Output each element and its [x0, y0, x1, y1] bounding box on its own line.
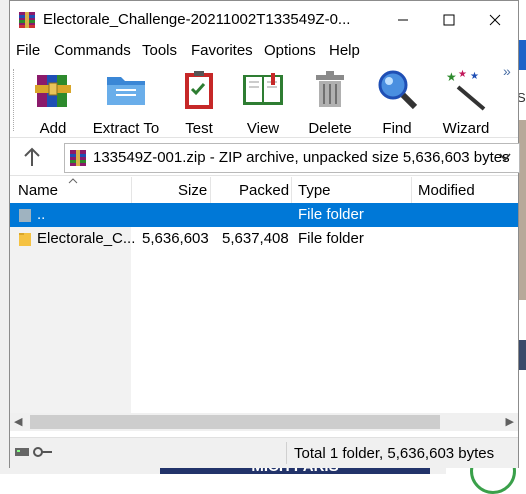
close-icon [489, 14, 501, 26]
file-list: Name Size Packed Type Modified .. File f… [10, 177, 518, 413]
scroll-left-icon[interactable]: ◀ [14, 415, 22, 428]
delete-button[interactable]: Delete [304, 67, 356, 137]
col-size[interactable]: Size [178, 182, 207, 199]
magnifier-icon [378, 70, 418, 110]
delete-label: Delete [308, 120, 352, 137]
svg-text:★: ★ [458, 69, 467, 80]
header-separator [131, 177, 132, 203]
row-size: 5,636,603 [142, 230, 209, 247]
menu-commands[interactable]: Commands [54, 42, 131, 59]
minimize-icon [398, 19, 408, 21]
find-label: Find [382, 120, 412, 137]
view-button[interactable]: View [237, 67, 289, 137]
header-separator [291, 177, 292, 203]
extract-to-label: Extract To [92, 120, 160, 137]
title-bar[interactable]: Electorale_Challenge-20211002T133549Z-0.… [10, 1, 518, 39]
test-button[interactable]: Test [174, 67, 224, 137]
list-item-folder[interactable]: Electorale_C... 5,636,603 5,637,408 File… [10, 227, 518, 251]
status-separator [286, 442, 287, 464]
find-button[interactable]: Find [372, 67, 422, 137]
menu-tools[interactable]: Tools [142, 42, 177, 59]
svg-text:★: ★ [470, 71, 479, 82]
col-name[interactable]: Name [18, 182, 58, 199]
add-archive-icon [35, 75, 71, 107]
up-arrow-icon[interactable] [20, 146, 44, 168]
test-label: Test [185, 120, 213, 137]
archive-path-text: 133549Z-001.zip - ZIP archive, unpacked … [93, 149, 510, 166]
minimize-button[interactable] [380, 1, 426, 39]
archive-path-box[interactable]: 133549Z-001.zip - ZIP archive, unpacked … [64, 143, 520, 173]
row-name: Electorale_C... [37, 230, 136, 247]
status-text: Total 1 folder, 5,636,603 bytes [294, 445, 495, 462]
view-book-icon [243, 73, 283, 105]
extract-to-button[interactable]: Extract To [90, 67, 162, 137]
folder-icon [19, 209, 31, 222]
menu-bar: File Commands Tools Favorites Options He… [10, 39, 518, 63]
menu-file[interactable]: File [16, 42, 40, 59]
address-bar: 133549Z-001.zip - ZIP archive, unpacked … [10, 139, 520, 176]
close-button[interactable] [472, 1, 518, 39]
col-modified[interactable]: Modified [418, 182, 475, 199]
trash-icon [316, 71, 344, 107]
row-type: File folder [298, 230, 364, 247]
view-label: View [246, 120, 280, 137]
menu-help[interactable]: Help [329, 42, 360, 59]
wizard-button[interactable]: ★ ★ ★ Wizard [438, 67, 494, 137]
folder-icon [19, 233, 31, 246]
row-name: .. [37, 206, 46, 223]
extract-folder-icon [107, 77, 145, 105]
sort-asc-icon [68, 178, 78, 184]
header-separator [210, 177, 211, 203]
drive-key-icon[interactable] [14, 444, 54, 460]
add-button[interactable]: Add [28, 67, 78, 137]
test-clipboard-icon [185, 71, 213, 109]
list-header: Name Size Packed Type Modified [10, 177, 518, 204]
horizontal-scrollbar[interactable]: ◀ ▶ [10, 413, 518, 431]
scroll-thumb[interactable] [30, 415, 440, 429]
status-bar: Total 1 folder, 5,636,603 bytes [10, 437, 518, 468]
maximize-button[interactable] [426, 1, 472, 39]
header-separator [411, 177, 412, 203]
svg-text:★: ★ [446, 70, 457, 84]
maximize-icon [443, 14, 455, 26]
toolbar: » Add Extract To Test View Delete Find ★… [10, 63, 518, 138]
list-item-parent[interactable]: .. File folder [10, 203, 518, 227]
row-packed: 5,637,408 [222, 230, 289, 247]
menu-options[interactable]: Options [264, 42, 316, 59]
col-type[interactable]: Type [298, 182, 331, 199]
scroll-right-icon[interactable]: ▶ [506, 415, 514, 428]
zip-archive-icon [70, 150, 86, 166]
menu-favorites[interactable]: Favorites [191, 42, 253, 59]
add-label: Add [39, 120, 67, 137]
toolbar-more-icon[interactable]: » [503, 63, 511, 79]
chevron-down-icon[interactable] [499, 152, 511, 162]
col-packed[interactable]: Packed [239, 182, 289, 199]
toolbar-grip[interactable] [13, 69, 16, 131]
winrar-app-icon [19, 12, 35, 28]
row-type: File folder [298, 206, 364, 223]
winrar-window: Electorale_Challenge-20211002T133549Z-0.… [9, 0, 520, 468]
wand-icon: ★ ★ ★ [446, 69, 486, 111]
wizard-label: Wizard [442, 120, 490, 137]
window-title: Electorale_Challenge-20211002T133549Z-0.… [43, 11, 351, 28]
